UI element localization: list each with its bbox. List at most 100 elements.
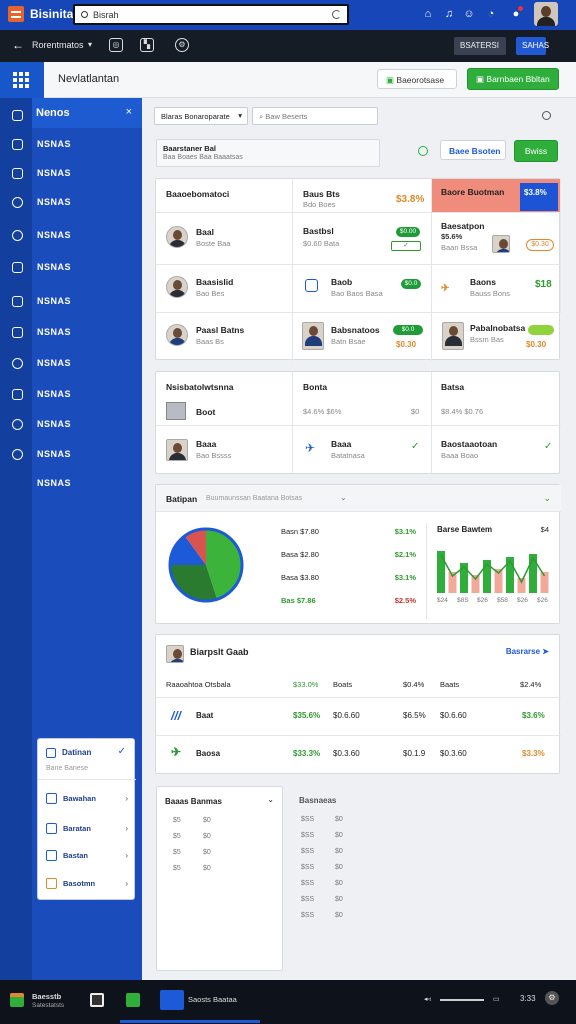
page-title: Nevlatlantan xyxy=(58,73,120,85)
grid-cell[interactable]: Baostaaotoan Baaa Boao ✓ xyxy=(432,426,561,475)
outline-action-button[interactable]: Baee Bsoten xyxy=(440,140,506,160)
filter-search-input[interactable]: ⌕ Baw Beserts xyxy=(252,107,378,125)
sidebar-item-11[interactable]: NSNAS xyxy=(0,445,142,465)
cell-name: Baob xyxy=(331,277,353,287)
grid-cell[interactable]: Bastbsl $0.60 Bata $0.00 ✓ xyxy=(293,213,432,265)
grid-cell[interactable]: Baal Boste Baa xyxy=(156,213,293,265)
mini-chart-title: Barse Bawtem xyxy=(437,525,493,534)
active-indicator xyxy=(120,1020,260,1023)
sidebar-item-2[interactable]: NSNAS xyxy=(0,164,142,184)
chevron-down-icon[interactable]: ⌄ xyxy=(267,795,274,804)
row-value: $3.3% xyxy=(522,749,545,758)
chevron-down-icon[interactable]: ▾ xyxy=(88,40,92,49)
grid-cell[interactable]: Baaa Bao Bssss xyxy=(156,426,293,475)
settings-icon[interactable]: ⚙ xyxy=(175,38,189,52)
toolbar-chip-active[interactable]: SAHAS xyxy=(516,37,549,55)
sidebar-item-10[interactable]: NSNAS xyxy=(0,415,142,435)
minicard-row[interactable]: Bawahan › xyxy=(46,791,128,809)
toolbar-chip[interactable]: BSATERSI xyxy=(454,37,506,55)
chart-bar[interactable] xyxy=(517,578,526,593)
highlight-badge[interactable]: $3.8% xyxy=(520,183,558,211)
close-icon[interactable]: × xyxy=(126,106,132,118)
minicard-row[interactable]: Basotmn › xyxy=(46,876,128,894)
chart-bar[interactable] xyxy=(471,575,480,593)
copy-icon[interactable]: ◎ xyxy=(109,38,123,52)
value-pill: $0.30 xyxy=(526,239,554,251)
minicard-row[interactable]: Baratan › xyxy=(46,821,128,839)
settings-icon[interactable]: ⚙ xyxy=(545,991,559,1005)
grid-cell[interactable]: ✈ Baons Bauss Bons $18 xyxy=(432,265,561,313)
status-pill: $0.0 xyxy=(393,325,423,335)
check-icon[interactable]: ✓ xyxy=(118,746,126,757)
chart-bar[interactable] xyxy=(437,551,445,593)
chevron-down-icon[interactable]: ⌄ xyxy=(543,493,551,504)
x-tick-label: $26 xyxy=(537,597,548,604)
grid-cell[interactable]: Bonta $4.6% $6% $0 xyxy=(293,372,432,426)
grid-cell[interactable]: Baasislid Bao Bes xyxy=(156,265,293,313)
grid-header-label: Nsisbatolwtsnna xyxy=(166,382,234,392)
grid-cell[interactable]: Baesatpon $5.6% Baan Bssa $0.30 xyxy=(432,213,561,265)
mini-chart-value: $4 xyxy=(540,525,549,534)
minicard-subtitle: Bane Banese xyxy=(46,765,89,772)
grid-cell[interactable]: Babsnatoos Batn Bsae $0.0 $0.30 xyxy=(293,313,432,361)
check-icon xyxy=(12,389,23,400)
table-row[interactable]: ✈ Baosa $33.3% $0.3.60 $0.1.9 $0.3.60 $3… xyxy=(166,745,551,763)
grid-cell[interactable]: Baob Bao Baos Basa $0.0 xyxy=(293,265,432,313)
home-icon[interactable]: ⌂ xyxy=(422,8,434,20)
sidebar-item-5[interactable]: NSNAS xyxy=(0,258,142,278)
minicard-row[interactable]: Bastan › xyxy=(46,848,128,866)
list-cell: $5 xyxy=(173,865,181,872)
wifi-icon[interactable]: ◂◃ xyxy=(424,995,431,1003)
clock-icon[interactable]: ◔ xyxy=(485,8,497,20)
legend-row: Basa $2.80 $2.1% xyxy=(281,550,416,566)
filter-dropdown[interactable]: Blaras Bonaroparate ▾ xyxy=(154,107,248,125)
grid-cell[interactable]: Pabalnobatsa Bssm Bas $0.30 xyxy=(432,313,561,361)
column-header: $2.4% xyxy=(520,680,542,689)
flag-icon[interactable]: ▚ xyxy=(140,38,154,52)
store-icon[interactable] xyxy=(126,993,140,1007)
primary-action-button[interactable]: ▣ Barnbaen Bbltan xyxy=(467,68,559,90)
x-axis-labels: $24 $8S $26 $58 $26 $26 xyxy=(437,597,552,609)
grid-cell[interactable]: ✈ Baaa Batatnasa ✓ xyxy=(293,426,432,475)
apps-grid-button[interactable] xyxy=(0,62,44,98)
terminal-icon[interactable] xyxy=(90,993,104,1007)
summary-grid: Baaoebomatoci Baus Bts Bdo Boes $3.8% Ba… xyxy=(155,178,561,361)
user-avatar[interactable] xyxy=(534,2,558,26)
breadcrumb[interactable]: Rorentmatos xyxy=(32,40,84,50)
compass-icon xyxy=(12,197,23,208)
volume-slider[interactable] xyxy=(440,999,484,1001)
back-arrow-icon[interactable]: ← xyxy=(12,38,24,52)
list: $5 $0 $5 $0 $5 $0 $5 $0 xyxy=(173,817,233,877)
grid-cell[interactable]: Batsa $8.4% $0.76 xyxy=(432,372,561,426)
secondary-action-button[interactable]: ▣ Baeorotsase xyxy=(377,69,457,89)
bell-icon[interactable]: ♫ xyxy=(443,8,455,20)
sidebar-item-9[interactable]: NSNAS xyxy=(0,385,142,405)
user-icon[interactable]: ☺ xyxy=(463,8,475,20)
refresh-icon[interactable] xyxy=(542,111,551,120)
grid-cell[interactable]: Nsisbatolwtsnna Boot xyxy=(156,372,293,426)
refresh-icon[interactable] xyxy=(332,10,341,19)
app-icon[interactable] xyxy=(10,993,24,1007)
sidebar-item-1[interactable]: NSNAS xyxy=(0,135,142,155)
sidebar-item-6[interactable]: NSNAS xyxy=(0,292,142,312)
plane-icon: ✈ xyxy=(171,745,182,759)
sidebar-item-12[interactable]: NSNAS xyxy=(0,474,142,494)
grid-cell[interactable]: Paasl Batns Baas Bs xyxy=(156,313,293,361)
global-search-input[interactable]: Bisrah xyxy=(73,4,349,25)
sidebar-item-3[interactable]: NSNAS xyxy=(0,193,142,213)
sidebar-item-8[interactable]: NSNAS xyxy=(0,354,142,374)
sidebar-item-0[interactable] xyxy=(0,106,32,126)
chevron-down-icon[interactable]: ⌄ xyxy=(340,493,347,502)
window-icon[interactable] xyxy=(160,990,184,1010)
table-row[interactable]: /// Baat $35.6% $0.6.60 $6.5% $0.6.60 $3… xyxy=(166,707,551,725)
battery-icon[interactable]: ▭ xyxy=(493,995,500,1003)
green-action-button[interactable]: Bwiss xyxy=(514,140,558,162)
list-cell: $SS xyxy=(301,832,315,839)
app-logo-icon[interactable] xyxy=(8,6,24,22)
sidebar-item-4[interactable]: NSNAS xyxy=(0,226,142,246)
divider xyxy=(156,697,561,698)
chart-bar[interactable] xyxy=(529,554,537,593)
deposit-link[interactable]: Basrarse ➤ xyxy=(506,647,549,656)
sidebar-item-7[interactable]: NSNAS xyxy=(0,323,142,343)
sidebar-title: Nenos xyxy=(36,107,70,119)
